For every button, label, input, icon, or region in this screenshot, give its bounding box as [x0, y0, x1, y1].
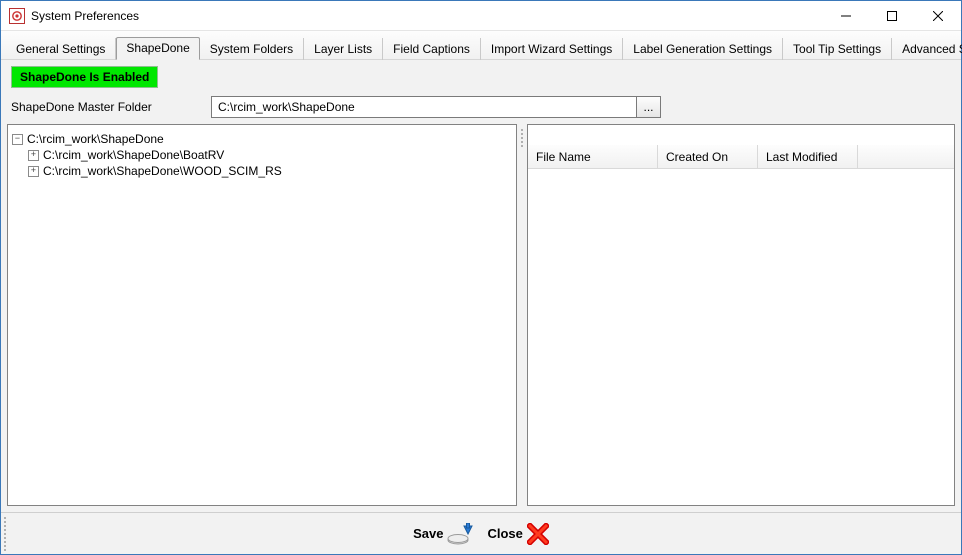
- tab-label-generation-settings[interactable]: Label Generation Settings: [623, 38, 783, 60]
- save-icon: [447, 523, 473, 545]
- file-list-panel: File Name Created On Last Modified: [527, 124, 955, 506]
- titlebar: System Preferences: [1, 1, 961, 31]
- tab-field-captions[interactable]: Field Captions: [383, 38, 481, 60]
- tab-content: ShapeDone Is Enabled ShapeDone Master Fo…: [1, 60, 961, 512]
- tab-layer-lists[interactable]: Layer Lists: [304, 38, 383, 60]
- tab-label: Field Captions: [393, 42, 470, 56]
- tab-label: Import Wizard Settings: [491, 42, 612, 56]
- app-icon: [9, 8, 25, 24]
- tab-label: ShapeDone: [126, 41, 189, 55]
- tab-tool-tip-settings[interactable]: Tool Tip Settings: [783, 38, 892, 60]
- grip-dots-icon: [520, 128, 524, 148]
- master-folder-input[interactable]: [211, 96, 637, 118]
- tabstrip: General Settings ShapeDone System Folder…: [1, 31, 961, 60]
- tab-label: Label Generation Settings: [633, 42, 772, 56]
- close-window-button[interactable]: [915, 1, 961, 31]
- master-folder-row: ShapeDone Master Folder ...: [11, 96, 951, 118]
- minimize-button[interactable]: [823, 1, 869, 31]
- expand-icon[interactable]: +: [28, 166, 39, 177]
- tab-general-settings[interactable]: General Settings: [5, 38, 116, 60]
- save-button[interactable]: Save: [409, 521, 477, 547]
- grid-header: File Name Created On Last Modified: [528, 145, 954, 169]
- tab-label: Layer Lists: [314, 42, 372, 56]
- bottom-toolbar: Save Close: [1, 512, 961, 554]
- tab-advanced-settings[interactable]: Advanced Settings: [892, 38, 962, 60]
- tree-node-label: C:\rcim_work\ShapeDone: [27, 131, 164, 147]
- save-label: Save: [413, 526, 443, 541]
- column-label: File Name: [536, 150, 591, 164]
- shapedone-status-badge: ShapeDone Is Enabled: [11, 66, 158, 88]
- column-label: Last Modified: [766, 150, 837, 164]
- tree-node-label: C:\rcim_work\ShapeDone\WOOD_SCIM_RS: [43, 163, 282, 179]
- tab-system-folders[interactable]: System Folders: [200, 38, 304, 60]
- tab-label: Tool Tip Settings: [793, 42, 881, 56]
- grid-body[interactable]: [528, 169, 954, 505]
- maximize-button[interactable]: [869, 1, 915, 31]
- collapse-icon[interactable]: −: [12, 134, 23, 145]
- master-folder-label: ShapeDone Master Folder: [11, 100, 201, 114]
- tab-label: System Folders: [210, 42, 293, 56]
- folder-tree-panel: − C:\rcim_work\ShapeDone + C:\rcim_work\…: [7, 124, 517, 506]
- tree-child-row[interactable]: + C:\rcim_work\ShapeDone\WOOD_SCIM_RS: [28, 163, 512, 179]
- tree-root-row[interactable]: − C:\rcim_work\ShapeDone: [12, 131, 512, 147]
- close-icon: [527, 523, 549, 545]
- browse-folder-button[interactable]: ...: [637, 96, 661, 118]
- tab-import-wizard-settings[interactable]: Import Wizard Settings: [481, 38, 623, 60]
- column-header-last-modified[interactable]: Last Modified: [758, 145, 858, 168]
- split-panels: − C:\rcim_work\ShapeDone + C:\rcim_work\…: [7, 124, 955, 506]
- window-frame: System Preferences General Settings Shap…: [0, 0, 962, 555]
- tab-label: Advanced Settings: [902, 42, 962, 56]
- splitter-handle[interactable]: [519, 124, 525, 506]
- tree-node-label: C:\rcim_work\ShapeDone\BoatRV: [43, 147, 224, 163]
- tab-label: General Settings: [16, 42, 105, 56]
- tab-shapedone[interactable]: ShapeDone: [116, 37, 199, 60]
- window-title: System Preferences: [31, 9, 139, 23]
- close-button[interactable]: Close: [483, 521, 552, 547]
- column-header-created-on[interactable]: Created On: [658, 145, 758, 168]
- folder-tree[interactable]: − C:\rcim_work\ShapeDone + C:\rcim_work\…: [8, 125, 516, 185]
- close-label: Close: [487, 526, 522, 541]
- expand-icon[interactable]: +: [28, 150, 39, 161]
- tree-child-row[interactable]: + C:\rcim_work\ShapeDone\BoatRV: [28, 147, 512, 163]
- column-header-file-name[interactable]: File Name: [528, 145, 658, 168]
- ellipsis-icon: ...: [643, 100, 653, 114]
- column-label: Created On: [666, 150, 728, 164]
